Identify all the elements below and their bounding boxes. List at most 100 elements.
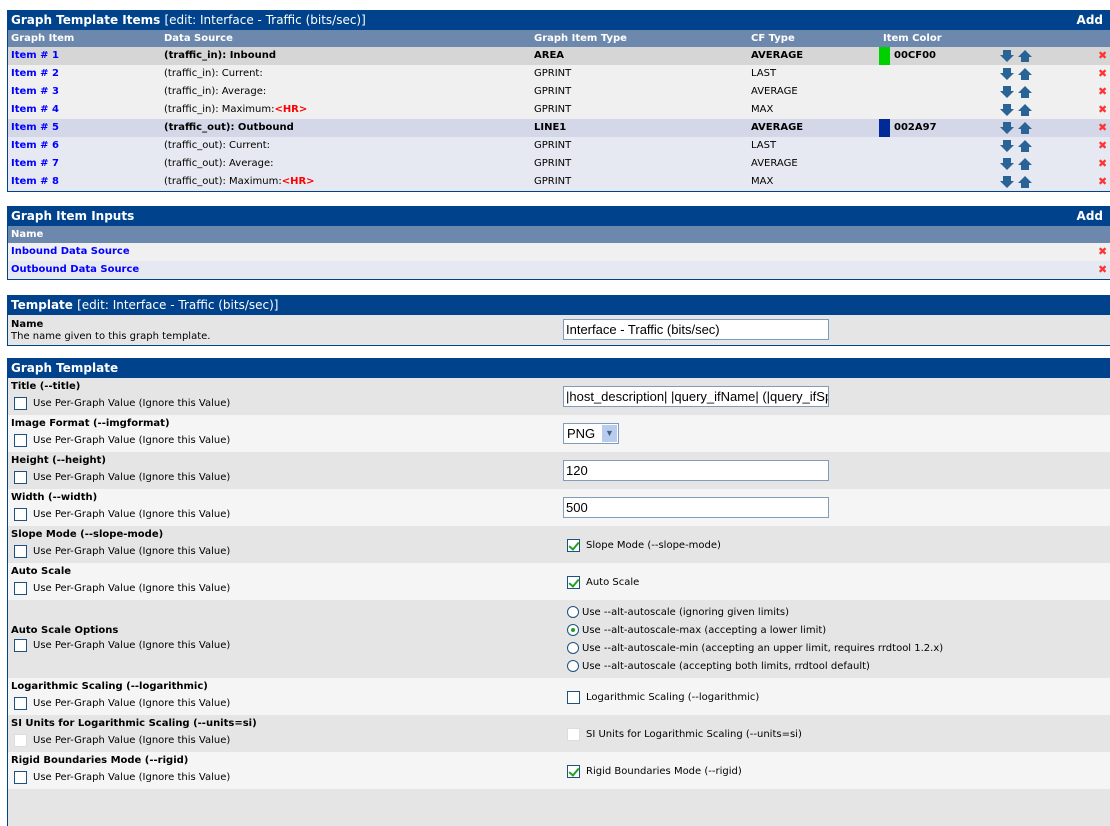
radio-button[interactable] [567, 624, 579, 636]
per-graph-checkbox[interactable] [14, 582, 27, 595]
item-link[interactable]: Item # 1 [11, 47, 59, 65]
per-graph-label: Use Per-Graph Value (Ignore this Value) [33, 546, 231, 557]
field-checkbox-group: Auto Scale [567, 576, 639, 589]
field-row: Logarithmic Scaling (--logarithmic) Use P… [8, 678, 1110, 715]
per-graph-checkbox[interactable] [14, 434, 27, 447]
field-checkbox[interactable] [567, 728, 580, 741]
field-checkbox-group: SI Units for Logarithmic Scaling (--unit… [567, 728, 802, 741]
move-down-up-icons[interactable] [1000, 86, 1036, 98]
field-checkbox[interactable] [567, 576, 580, 589]
input-link[interactable]: Outbound Data Source [11, 261, 139, 279]
field-checkbox-group: Logarithmic Scaling (--logarithmic) [567, 691, 759, 704]
radio-button[interactable] [567, 642, 579, 654]
table-row: Inbound Data Source ✖ [8, 243, 1110, 261]
field-label: Height (--height) [11, 455, 106, 466]
per-graph-checkbox[interactable] [14, 734, 27, 747]
move-down-up-icons[interactable] [1000, 122, 1036, 134]
field-row: Image Format (--imgformat) Use Per-Graph … [8, 415, 1110, 452]
radio-button[interactable] [567, 606, 579, 618]
cf-type: LAST [751, 68, 777, 79]
item-link[interactable]: Item # 2 [11, 65, 59, 83]
field-checkbox[interactable] [567, 765, 580, 778]
field-label: Rigid Boundaries Mode (--rigid) [11, 755, 189, 766]
input-link[interactable]: Inbound Data Source [11, 243, 130, 261]
per-graph-label: Use Per-Graph Value (Ignore this Value) [33, 398, 231, 409]
per-graph-label: Use Per-Graph Value (Ignore this Value) [33, 698, 231, 709]
radio-label: Use --alt-autoscale-max (accepting a low… [582, 624, 827, 636]
item-link[interactable]: Item # 5 [11, 119, 59, 137]
graph-template-panel: Graph Template Title (--title) Use Per-Gr… [7, 358, 1110, 826]
field-input[interactable]: 500 [563, 497, 829, 518]
per-graph-checkbox-group: Use Per-Graph Value (Ignore this Value) [14, 508, 230, 521]
delete-icon[interactable]: ✖ [1098, 65, 1107, 83]
field-input[interactable]: |host_description| |query_ifName| (|quer… [563, 386, 829, 407]
per-graph-checkbox-group: Use Per-Graph Value (Ignore this Value) [14, 734, 230, 747]
item-link[interactable]: Item # 7 [11, 155, 59, 173]
field-checkbox-label: Slope Mode (--slope-mode) [586, 540, 721, 551]
field-row: Width (--width) Use Per-Graph Value (Igno… [8, 489, 1110, 526]
delete-icon[interactable]: ✖ [1098, 119, 1107, 137]
panel-title: Graph Item Inputs [11, 209, 135, 223]
per-graph-label: Use Per-Graph Value (Ignore this Value) [33, 772, 231, 783]
table-row: Item # 5 (traffic_out): Outbound LINE1 AVER… [8, 119, 1110, 137]
table-row: Item # 2 (traffic_in): Current: GPRINT LAST… [8, 65, 1110, 83]
graph-item-type: GPRINT [534, 68, 572, 79]
move-down-up-icons[interactable] [1000, 50, 1036, 62]
per-graph-checkbox-group: Use Per-Graph Value (Ignore this Value) [14, 471, 230, 484]
template-panel: Template [edit: Interface - Traffic (bit… [7, 295, 1110, 346]
imgformat-select[interactable]: PNG ▼ [563, 423, 619, 444]
item-link[interactable]: Item # 8 [11, 173, 59, 191]
item-link[interactable]: Item # 3 [11, 83, 59, 101]
delete-icon[interactable]: ✖ [1098, 173, 1107, 191]
delete-icon[interactable]: ✖ [1098, 47, 1107, 65]
radio-option: Use --alt-autoscale-min (accepting an up… [567, 642, 943, 654]
item-link[interactable]: Item # 6 [11, 137, 59, 155]
radio-button[interactable] [567, 660, 579, 672]
panel-title: Graph Template [11, 361, 119, 375]
item-link[interactable]: Item # 4 [11, 101, 59, 119]
cf-type: AVERAGE [751, 122, 804, 133]
field-checkbox-label: Logarithmic Scaling (--logarithmic) [586, 692, 760, 703]
per-graph-checkbox[interactable] [14, 545, 27, 558]
move-down-up-icons[interactable] [1000, 140, 1036, 152]
color-swatch [879, 119, 890, 137]
move-down-up-icons[interactable] [1000, 176, 1036, 188]
field-row: Auto Scale Options Use Per-Graph Value (I… [8, 600, 1110, 678]
per-graph-checkbox-group: Use Per-Graph Value (Ignore this Value) [14, 545, 230, 558]
item-color: 002A97 [894, 122, 937, 133]
move-down-up-icons[interactable] [1000, 158, 1036, 170]
template-name-input[interactable]: Interface - Traffic (bits/sec) [563, 319, 829, 340]
per-graph-checkbox[interactable] [14, 508, 27, 521]
graph-item-type: GPRINT [534, 86, 572, 97]
per-graph-label: Use Per-Graph Value (Ignore this Value) [33, 472, 231, 483]
delete-icon[interactable]: ✖ [1098, 261, 1107, 279]
move-down-up-icons[interactable] [1000, 104, 1036, 116]
per-graph-label: Use Per-Graph Value (Ignore this Value) [33, 583, 231, 594]
field-label: SI Units for Logarithmic Scaling (--unit… [11, 718, 257, 729]
per-graph-checkbox[interactable] [14, 639, 27, 652]
field-checkbox[interactable] [567, 539, 580, 552]
delete-icon[interactable]: ✖ [1098, 155, 1107, 173]
field-input[interactable]: 120 [563, 460, 829, 481]
delete-icon[interactable]: ✖ [1098, 83, 1107, 101]
col-cf-type: CF Type [751, 33, 795, 44]
panel-subtitle: [edit: Interface - Traffic (bits/sec)] [164, 13, 366, 27]
data-source-text: (traffic_out): Current: [164, 140, 270, 151]
delete-icon[interactable]: ✖ [1098, 137, 1107, 155]
field-row: Slope Mode (--slope-mode) Use Per-Graph V… [8, 526, 1110, 563]
field-label: Image Format (--imgformat) [11, 418, 170, 429]
add-input-button[interactable]: Add [1077, 206, 1103, 226]
column-header-row: Name [8, 226, 1110, 243]
per-graph-checkbox[interactable] [14, 771, 27, 784]
move-down-up-icons[interactable] [1000, 68, 1036, 80]
delete-icon[interactable]: ✖ [1098, 101, 1107, 119]
per-graph-checkbox[interactable] [14, 471, 27, 484]
col-graph-item-type: Graph Item Type [534, 33, 627, 44]
delete-icon[interactable]: ✖ [1098, 243, 1107, 261]
field-checkbox[interactable] [567, 691, 580, 704]
add-item-button[interactable]: Add [1077, 10, 1103, 30]
per-graph-checkbox[interactable] [14, 697, 27, 710]
data-source: (traffic_in): Maximum:<HR> [164, 101, 307, 119]
per-graph-checkbox[interactable] [14, 397, 27, 410]
graph-template-items-panel: Graph Template Items [edit: Interface - … [7, 10, 1110, 192]
